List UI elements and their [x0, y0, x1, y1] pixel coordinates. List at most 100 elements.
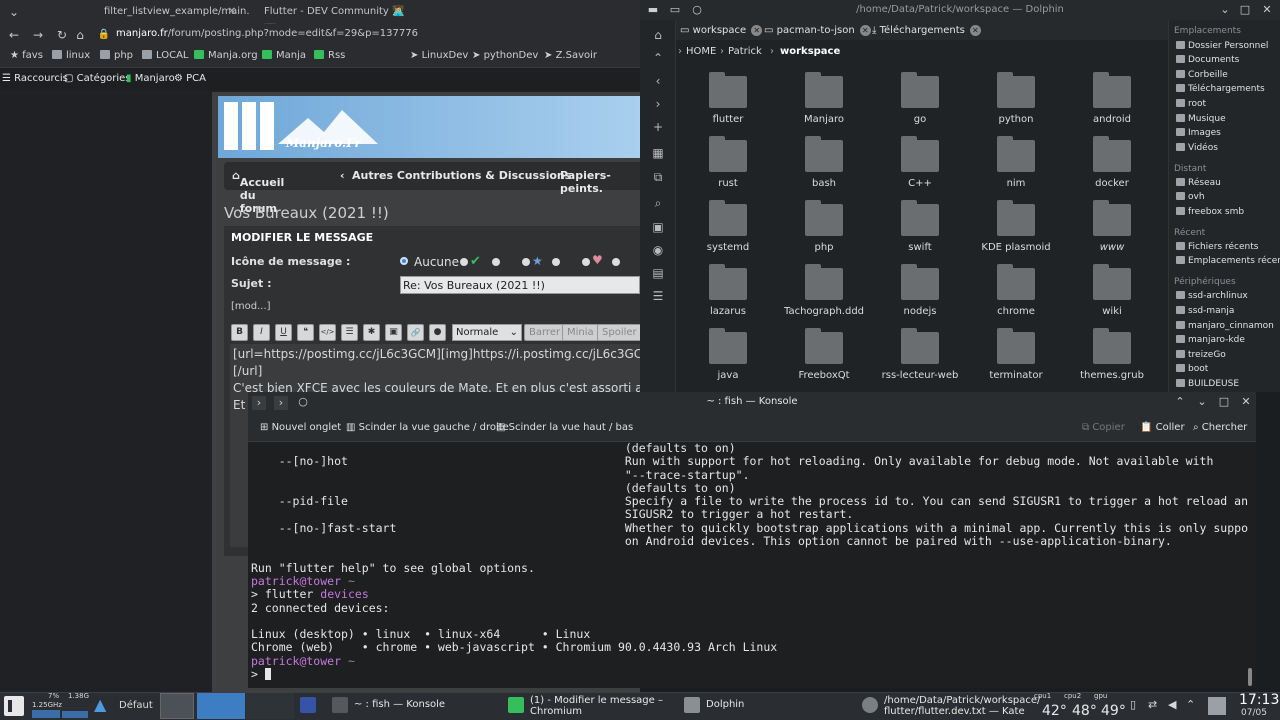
pin-icon[interactable]: ○	[296, 395, 310, 409]
folder-item[interactable]: flutter	[680, 66, 776, 130]
maximize-icon[interactable]: □	[1217, 395, 1231, 409]
terminal-scrollbar[interactable]	[1248, 668, 1252, 686]
pin-icon[interactable]: ○	[690, 3, 704, 17]
keep-above-icon[interactable]: ⌃	[1173, 395, 1187, 409]
show-desktop-icon[interactable]	[1208, 697, 1226, 715]
pca-link[interactable]: ⚙ PCA	[174, 73, 206, 84]
recent-locations[interactable]: Emplacements récent	[1176, 256, 1280, 266]
place-home[interactable]: Dossier Personnel	[1176, 41, 1268, 51]
terminal-output[interactable]: (defaults to on) --[no-]hot Run with sup…	[248, 442, 1248, 688]
crumb-workspace[interactable]: workspace	[780, 46, 840, 57]
remote-freebox[interactable]: freebox smb	[1176, 207, 1244, 217]
quote-button[interactable]: ❝	[297, 324, 314, 341]
bookmark-linuxdev[interactable]: ➤ LinuxDev	[410, 50, 468, 61]
bookmark-php[interactable]: php	[100, 50, 133, 61]
virtual-desktop-1[interactable]	[160, 693, 194, 719]
folder-item[interactable]: php	[776, 194, 872, 258]
folder-item[interactable]: systemd	[680, 194, 776, 258]
place-downloads[interactable]: Téléchargements	[1176, 84, 1265, 94]
bookmark-manja[interactable]: Manja	[262, 50, 306, 61]
tab-search-icon[interactable]: ⌄	[6, 4, 22, 20]
breadcrumb-contributions[interactable]: Autres Contributions & Discussions	[352, 169, 571, 182]
folder-item[interactable]: rust	[680, 130, 776, 194]
folder-item[interactable]: swift	[872, 194, 968, 258]
crumb-home[interactable]: HOME	[686, 46, 716, 57]
remote-ovh[interactable]: ovh	[1176, 192, 1205, 202]
task-kate[interactable]: /home/Data/Patrick/workspace/flutter/flu…	[862, 694, 1040, 718]
place-images[interactable]: Images	[1176, 128, 1221, 138]
folder-item[interactable]: C++	[872, 130, 968, 194]
recent-files[interactable]: Fichiers récents	[1176, 242, 1258, 252]
icon-radio[interactable]	[612, 258, 620, 266]
font-size-select[interactable]: Normale ⌄	[452, 324, 522, 341]
device-item[interactable]: manjaro-kde	[1176, 335, 1245, 345]
copy-button[interactable]: ⧉ Copier	[1082, 422, 1125, 433]
browser-tab[interactable]: Flutter - DEV Community 👩‍💻👨‍💻 ✕	[256, 3, 406, 35]
bookmark-local[interactable]: LOCAL	[142, 50, 188, 61]
place-root[interactable]: root	[1176, 99, 1206, 109]
device-item[interactable]: treizeGo	[1176, 350, 1226, 360]
add-icon[interactable]: +	[651, 120, 665, 134]
subject-input[interactable]: Re: Vos Bureaux (2021 !!)	[400, 276, 640, 294]
close-tab-icon[interactable]: ✕	[969, 25, 981, 36]
clock-date[interactable]: 07/05	[1241, 708, 1267, 718]
icon-radio-none[interactable]	[400, 257, 408, 265]
place-documents[interactable]: Documents	[1176, 55, 1239, 65]
color-button[interactable]: ●	[429, 324, 446, 341]
arch-icon[interactable]: ▲	[94, 695, 106, 714]
minimize-icon[interactable]: ⌄	[1195, 395, 1209, 409]
menu-icon[interactable]: ☰	[651, 289, 665, 303]
folder-item[interactable]: KDE plasmoid	[968, 194, 1064, 258]
folder-item[interactable]: android	[1064, 66, 1160, 130]
folder-item[interactable]: nodejs	[872, 258, 968, 322]
close-tab-icon[interactable]: ✕	[751, 25, 763, 36]
search-icon[interactable]: ⌕	[651, 196, 665, 210]
icon-radio[interactable]	[522, 258, 530, 266]
device-item[interactable]: boot	[1176, 364, 1208, 374]
minimize-icon[interactable]: ⌄	[1218, 3, 1232, 17]
folder-item[interactable]: docker	[1064, 130, 1160, 194]
split-top-bottom-button[interactable]: ▤ Scinder la vue haut / bas	[496, 422, 633, 433]
dolphin-app-icon[interactable]: ▬	[646, 3, 660, 17]
back-icon[interactable]: ←	[6, 27, 22, 43]
bold-button[interactable]: B	[231, 324, 248, 341]
close-tab-icon[interactable]: ✕	[394, 3, 402, 21]
eye-icon[interactable]: ◉	[651, 243, 665, 257]
folder-item[interactable]: rss-lecteur-web	[872, 322, 968, 386]
tab-workspace[interactable]: ▭ workspace ✕	[680, 22, 763, 39]
application-launcher-icon[interactable]	[4, 696, 24, 716]
network-icon[interactable]: ⇄	[1148, 698, 1157, 711]
folder-item[interactable]: chrome	[968, 258, 1064, 322]
place-trash[interactable]: Corbeille	[1176, 70, 1228, 80]
folder-item[interactable]: Manjaro	[776, 66, 872, 130]
browser-tab[interactable]: filter_listview_example/main. ✕	[96, 3, 250, 21]
folder-item[interactable]: wiki	[1064, 258, 1160, 322]
bookmark-favs[interactable]: ★ favs	[10, 50, 43, 61]
up-icon[interactable]: ⌃	[651, 51, 665, 65]
maximize-icon[interactable]: □	[1238, 3, 1252, 17]
virtual-desktop-2[interactable]	[197, 693, 245, 719]
forum-banner[interactable]: Manjaro.Fr	[218, 96, 640, 158]
new-tab-button[interactable]: ⊞ Nouvel onglet	[260, 422, 341, 433]
spoiler-button[interactable]: Spoiler	[597, 324, 642, 341]
find-button[interactable]: ⌕ Chercher	[1193, 422, 1247, 433]
volume-icon[interactable]: ◀	[1168, 698, 1176, 711]
forward-icon[interactable]: →	[30, 27, 46, 43]
categories-link[interactable]: ▢ Catégories	[64, 73, 131, 84]
icon-radio[interactable]	[492, 258, 500, 266]
task-konsole[interactable]: ~ : fish — Konsole	[332, 694, 492, 718]
bookmark-manja-org[interactable]: Manja.org	[194, 50, 258, 61]
folder-item[interactable]: lazarus	[680, 258, 776, 322]
clock-time[interactable]: 17:13	[1239, 692, 1279, 708]
folder-item[interactable]: python	[968, 66, 1064, 130]
paste-button[interactable]: 📋 Coller	[1140, 422, 1185, 433]
konsole-app-icon[interactable]: ›	[252, 396, 266, 410]
preview-icon[interactable]: ▣	[651, 220, 665, 234]
list-button[interactable]: ☰	[341, 324, 358, 341]
device-item[interactable]: ssd-archlinux	[1176, 291, 1248, 301]
strike-button[interactable]: Barrer	[524, 324, 566, 341]
device-item[interactable]: manjaro_cinnamon	[1176, 321, 1274, 331]
folder-item[interactable]: themes.grub	[1064, 322, 1160, 386]
activity-label[interactable]: Défaut	[119, 700, 153, 711]
folder-item[interactable]: www	[1064, 194, 1160, 258]
